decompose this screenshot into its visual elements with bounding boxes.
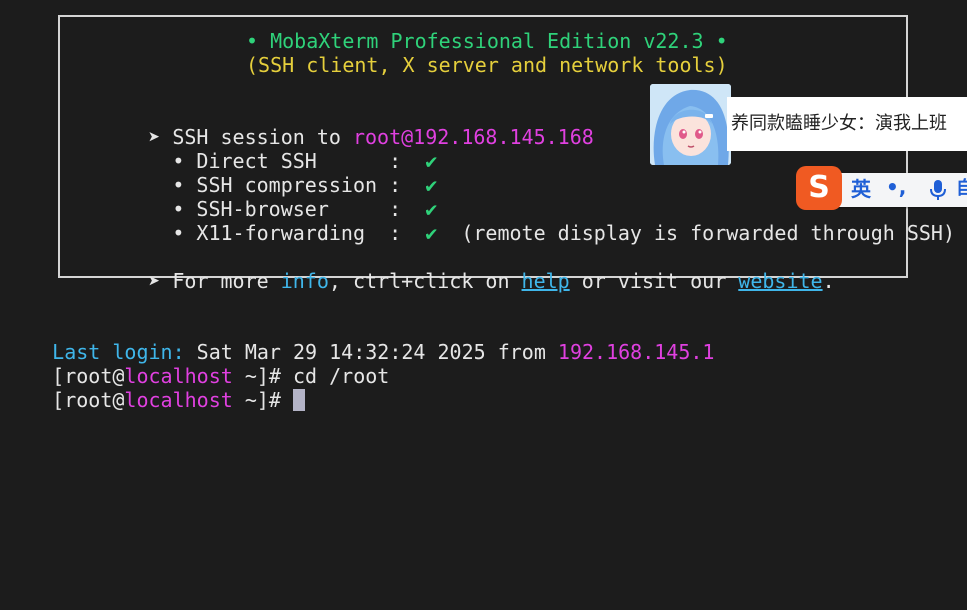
- ssh-session-line: ➤ SSH session to root@192.168.145.168: [76, 101, 594, 149]
- info-prefix: ➤ For more: [148, 269, 281, 293]
- prompt-line: [root@localhost ~]# cd /root: [4, 340, 389, 388]
- banner-subtitle: (SSH client, X server and network tools): [246, 53, 728, 77]
- info-middle-2: or visit our: [569, 269, 739, 293]
- sogou-logo-icon[interactable]: S: [796, 166, 842, 210]
- help-link[interactable]: help: [522, 269, 570, 293]
- terminal-window[interactable]: • MobaXterm Professional Edition v22.3 •…: [0, 0, 967, 610]
- ime-punctuation-toggle[interactable]: •,: [886, 176, 906, 198]
- microphone-icon[interactable]: [926, 178, 950, 202]
- popup-caption[interactable]: 养同款瞌睡少女：演我上班: [727, 97, 967, 151]
- text-cursor: [293, 389, 306, 411]
- info-suffix: .: [822, 269, 835, 293]
- last-login-line: Last login: Sat Mar 29 14:32:24 2025 fro…: [4, 316, 714, 364]
- info-link[interactable]: info: [281, 269, 329, 293]
- prompt-line-active[interactable]: [root@localhost ~]#: [4, 364, 306, 412]
- command-text: cd /root: [293, 364, 390, 388]
- ime-toolbar[interactable]: S 英 •, 自: [796, 166, 967, 212]
- prompt-host: localhost: [124, 388, 233, 412]
- prompt-open: [root@: [52, 388, 125, 412]
- info-middle: , ctrl+click on: [328, 269, 522, 293]
- last-login-ip: 192.168.145.1: [557, 340, 715, 364]
- prompt-close: ~]#: [232, 388, 294, 412]
- feature-ssh-browser: • SSH-browser : ✔: [76, 173, 437, 221]
- check-icon: ✔: [425, 221, 438, 245]
- website-link[interactable]: website: [738, 269, 822, 293]
- ime-extra-toggle[interactable]: 自: [956, 178, 967, 200]
- feature-direct-ssh: • Direct SSH : ✔: [76, 125, 437, 173]
- info-line: ➤ For more info, ctrl+click on help or v…: [76, 245, 834, 293]
- feature-label: • X11-forwarding :: [148, 221, 426, 245]
- feature-note: (remote display is forwarded through SSH…: [437, 221, 956, 245]
- ime-language-toggle[interactable]: 英: [851, 178, 871, 200]
- anime-avatar-image: [650, 84, 731, 165]
- feature-ssh-compression: • SSH compression : ✔: [76, 149, 437, 197]
- banner-title: • MobaXterm Professional Edition v22.3 •: [246, 29, 728, 53]
